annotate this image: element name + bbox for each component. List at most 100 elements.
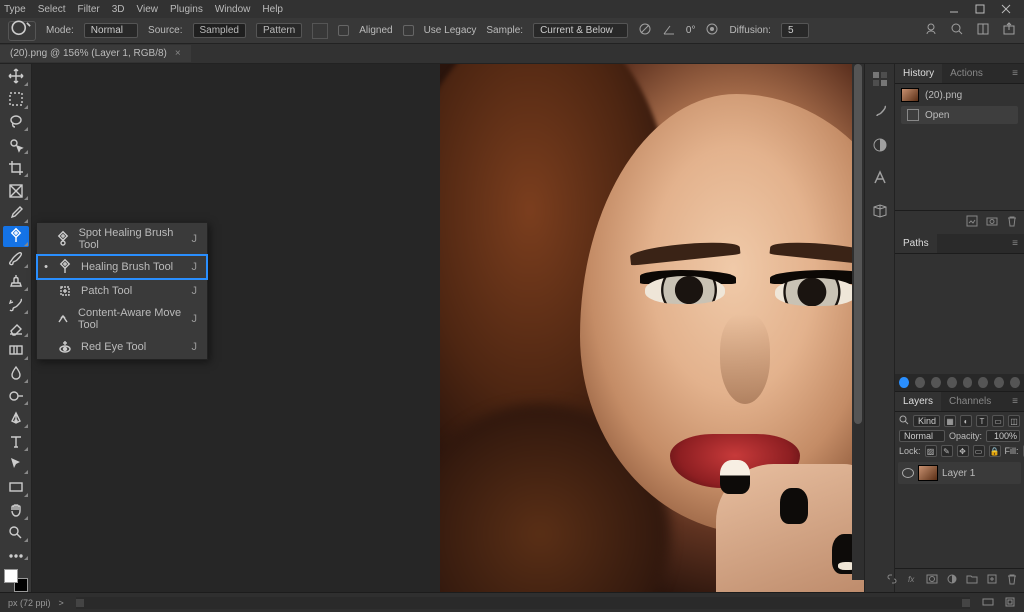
path-select-tool[interactable] (3, 454, 29, 475)
pen-tool[interactable] (3, 408, 29, 429)
horizontal-scrollbar[interactable] (76, 597, 970, 609)
character-panel-icon[interactable] (871, 169, 889, 190)
status-arrow-icon[interactable]: > (59, 598, 64, 608)
rectangle-tool[interactable] (3, 477, 29, 498)
lock-image-icon[interactable]: ✎ (941, 445, 953, 457)
angle-icon[interactable] (662, 22, 676, 39)
diffusion-value[interactable]: 5 (781, 23, 809, 38)
workspace-icon[interactable] (976, 22, 990, 39)
qi-8[interactable] (1010, 377, 1020, 388)
quick-select-tool[interactable] (3, 134, 29, 155)
crop-tool[interactable] (3, 157, 29, 178)
history-tab[interactable]: History (895, 64, 942, 83)
layer-mask-icon[interactable] (926, 573, 938, 588)
foreground-color[interactable] (4, 569, 18, 583)
flyout-patch[interactable]: Patch Tool J (37, 279, 207, 303)
create-document-icon[interactable] (966, 215, 978, 230)
menu-window[interactable]: Window (215, 4, 251, 15)
layer-thumbnail[interactable] (918, 465, 938, 481)
qi-7[interactable] (994, 377, 1004, 388)
history-brush-tool[interactable] (3, 294, 29, 315)
history-snapshot[interactable]: (20).png (897, 86, 1022, 104)
adjustment-layer-icon[interactable] (946, 573, 958, 588)
menu-view[interactable]: View (137, 4, 159, 15)
libraries-panel-icon[interactable] (871, 202, 889, 223)
sample-select[interactable]: Current & Below (533, 23, 628, 38)
maximize-button[interactable] (974, 3, 986, 15)
filter-icon[interactable] (899, 415, 909, 427)
layers-panel-menu-icon[interactable]: ≡ (1006, 392, 1024, 411)
lasso-tool[interactable] (3, 112, 29, 133)
menu-plugins[interactable]: Plugins (170, 4, 203, 15)
qi-6[interactable] (978, 377, 988, 388)
ignore-adjustment-icon[interactable] (638, 22, 652, 39)
timeline-icon[interactable] (982, 596, 994, 610)
group-icon[interactable] (966, 573, 978, 588)
minimize-button[interactable] (948, 3, 960, 15)
angle-value[interactable]: 0° (686, 25, 696, 36)
filter-type-icon[interactable]: T (976, 415, 988, 427)
history-panel-menu-icon[interactable]: ≡ (1006, 64, 1024, 83)
opacity-value[interactable]: 100% (986, 430, 1020, 442)
layer-name[interactable]: Layer 1 (942, 468, 975, 479)
lock-all-icon[interactable]: 🔒 (989, 445, 1001, 457)
flyout-content-aware-move[interactable]: Content-Aware Move Tool J (37, 303, 207, 335)
flyout-spot-healing[interactable]: Spot Healing Brush Tool J (37, 223, 207, 255)
qi-1[interactable] (899, 377, 909, 388)
swatches-panel-icon[interactable] (871, 103, 889, 124)
paths-panel-menu-icon[interactable]: ≡ (1006, 234, 1024, 253)
blur-tool[interactable] (3, 363, 29, 384)
channels-tab[interactable]: Channels (941, 392, 999, 411)
qi-3[interactable] (931, 377, 941, 388)
pressure-size-icon[interactable] (705, 22, 719, 39)
marquee-tool[interactable] (3, 89, 29, 110)
type-tool[interactable] (3, 431, 29, 452)
menu-select[interactable]: Select (38, 4, 66, 15)
source-pattern-button[interactable]: Pattern (256, 23, 302, 38)
actions-tab[interactable]: Actions (942, 64, 991, 83)
brush-tool[interactable] (3, 249, 29, 270)
adjustments-panel-icon[interactable] (871, 136, 889, 157)
paths-tab[interactable]: Paths (895, 234, 937, 253)
menu-3d[interactable]: 3D (112, 4, 125, 15)
filter-shape-icon[interactable]: ▭ (992, 415, 1004, 427)
mode-select[interactable]: Normal (84, 23, 138, 38)
qi-4[interactable] (947, 377, 957, 388)
source-sampled-button[interactable]: Sampled (193, 23, 246, 38)
menu-filter[interactable]: Filter (77, 4, 99, 15)
lock-transparent-icon[interactable]: ▨ (925, 445, 937, 457)
delete-layer-icon[interactable] (1006, 573, 1018, 588)
qi-5[interactable] (963, 377, 973, 388)
search-icon[interactable] (950, 22, 964, 39)
menu-type[interactable]: Type (4, 4, 26, 15)
lock-artboard-icon[interactable]: ▭ (973, 445, 985, 457)
color-panel-icon[interactable] (871, 70, 889, 91)
hand-tool[interactable] (3, 500, 29, 521)
zoom-tool[interactable] (3, 523, 29, 544)
gradient-tool[interactable] (3, 340, 29, 361)
link-layers-icon[interactable] (886, 573, 898, 588)
vertical-scrollbar[interactable] (852, 64, 864, 580)
share-icon[interactable] (1002, 22, 1016, 39)
document-tab[interactable]: (20).png @ 156% (Layer 1, RGB/8) × (0, 45, 191, 62)
brush-preset-picker[interactable] (8, 21, 36, 41)
aligned-checkbox[interactable] (338, 25, 349, 36)
frame-tool[interactable] (3, 180, 29, 201)
eraser-tool[interactable] (3, 317, 29, 338)
history-step-open[interactable]: Open (901, 106, 1018, 124)
filter-adjust-icon[interactable]: ◐ (960, 415, 972, 427)
trash-icon[interactable] (1006, 215, 1018, 230)
new-layer-icon[interactable] (986, 573, 998, 588)
close-button[interactable] (1000, 3, 1012, 15)
cloud-docs-icon[interactable] (924, 22, 938, 39)
filter-pixel-icon[interactable]: ▦ (944, 415, 956, 427)
camera-icon[interactable] (986, 215, 998, 230)
visibility-toggle-icon[interactable] (902, 468, 914, 478)
color-swatches[interactable] (4, 569, 28, 592)
qi-2[interactable] (915, 377, 925, 388)
edit-toolbar-icon[interactable] (3, 551, 29, 561)
eyedropper-tool[interactable] (3, 203, 29, 224)
use-legacy-checkbox[interactable] (403, 25, 414, 36)
pattern-swatch[interactable] (312, 23, 328, 39)
flyout-healing-brush[interactable]: • Healing Brush Tool J (37, 255, 207, 279)
